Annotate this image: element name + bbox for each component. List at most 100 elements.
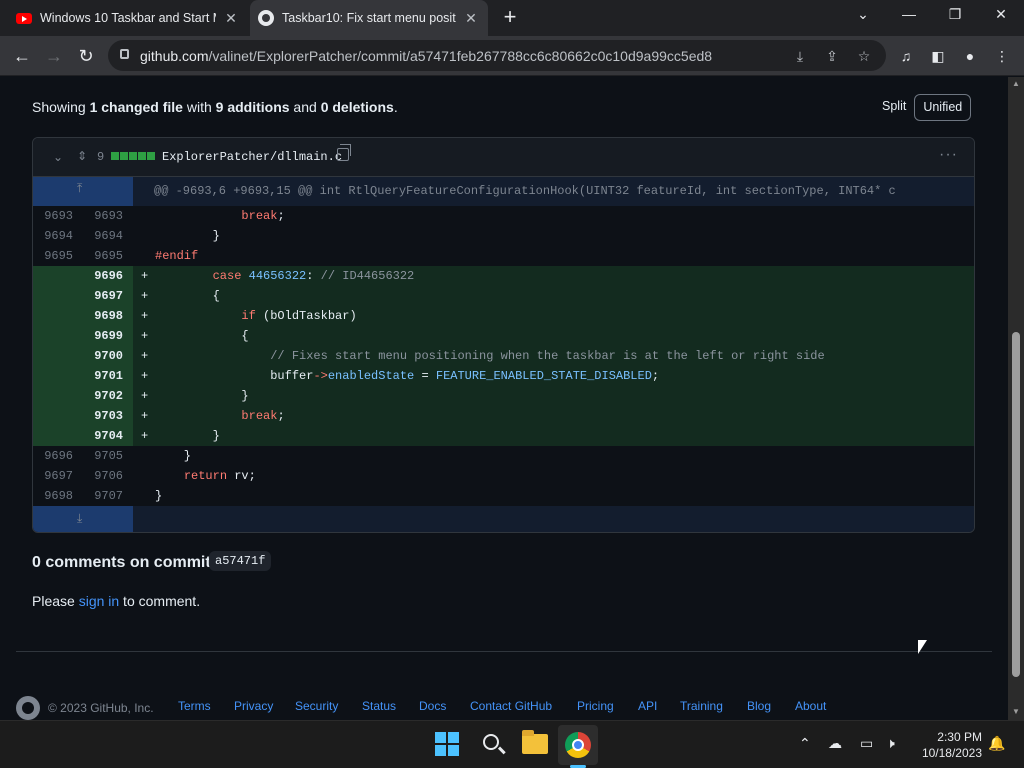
chrome-icon[interactable] [565, 732, 591, 758]
close-icon[interactable]: ✕ [462, 9, 480, 27]
new-line-number[interactable]: 9693 [83, 209, 123, 223]
file-diff: ⌄ ⇕ 9 ExplorerPatcher/dllmain.c ··· ⤒ @@… [32, 137, 975, 533]
close-icon[interactable]: ✕ [222, 9, 240, 27]
code-text: } [155, 449, 192, 463]
show-hidden-icons[interactable]: ⌃ [799, 735, 811, 752]
changed-files-count: 1 changed file [89, 99, 183, 115]
code-text: if (bOldTaskbar) [241, 309, 357, 323]
sign-in-link[interactable]: sign in [79, 593, 119, 609]
file-name[interactable]: ExplorerPatcher/dllmain.c [162, 150, 342, 164]
code-text: } [155, 489, 163, 503]
old-line-number[interactable]: 9694 [33, 229, 73, 243]
install-icon[interactable]: ⤓ [790, 46, 810, 66]
diff-line-added: 9700 + // Fixes start menu positioning wh… [33, 346, 974, 366]
footer-divider [16, 651, 992, 652]
collapse-chevron-icon[interactable]: ⌄ [53, 150, 63, 164]
expand-up-button[interactable]: ⤒ [33, 177, 133, 206]
clock[interactable]: 2:30 PM 10/18/2023 [918, 729, 982, 761]
old-line-number[interactable]: 9698 [33, 489, 73, 503]
scroll-down-arrow[interactable]: ▼ [1012, 707, 1020, 716]
footer-link-pricing[interactable]: Pricing [577, 699, 614, 713]
expand-all-icon[interactable]: ⇕ [77, 149, 87, 163]
new-line-number[interactable]: 9704 [83, 429, 123, 443]
expand-down-button[interactable]: ⤓ [33, 506, 133, 532]
new-line-number[interactable]: 9695 [83, 249, 123, 263]
new-line-number[interactable]: 9703 [83, 409, 123, 423]
file-explorer-icon[interactable] [522, 730, 548, 754]
diff-line-context: 9696 9705 } [33, 446, 974, 466]
media-control-icon[interactable]: ♫ [896, 46, 916, 66]
unified-view-button[interactable]: Unified [914, 94, 972, 121]
reload-button[interactable]: ↻ [72, 42, 100, 70]
old-line-number[interactable]: 9693 [33, 209, 73, 223]
code-text: buffer->enabledState = FEATURE_ENABLED_S… [155, 369, 660, 383]
footer-link-api[interactable]: API [638, 699, 657, 713]
minimize-button[interactable]: — [886, 0, 932, 30]
split-view-button[interactable]: Split [874, 94, 914, 121]
footer-link-contact-github[interactable]: Contact GitHub [470, 699, 552, 713]
footer-link-status[interactable]: Status [362, 699, 396, 713]
diff-line-added: 9701 + buffer->enabledState = FEATURE_ENA… [33, 366, 974, 386]
browser-tab-youtube[interactable]: Windows 10 Taskbar and Start M ✕ [8, 0, 248, 36]
new-line-number[interactable]: 9700 [83, 349, 123, 363]
footer-link-training[interactable]: Training [680, 699, 723, 713]
new-line-number[interactable]: 9705 [83, 449, 123, 463]
code-text: break; [241, 409, 285, 423]
network-icon[interactable]: ▭ [860, 735, 873, 752]
new-line-number[interactable]: 9694 [83, 229, 123, 243]
share-icon[interactable]: ⇪ [822, 46, 842, 66]
forward-button[interactable]: → [40, 42, 68, 70]
diff-sign: + [141, 409, 149, 423]
new-line-number[interactable]: 9696 [83, 269, 123, 283]
old-line-number[interactable]: 9695 [33, 249, 73, 263]
old-line-number[interactable]: 9696 [33, 449, 73, 463]
new-line-number[interactable]: 9701 [83, 369, 123, 383]
browser-tab-github[interactable]: Taskbar10: Fix start menu positio ✕ [250, 0, 488, 36]
new-line-number[interactable]: 9702 [83, 389, 123, 403]
github-icon [258, 10, 274, 26]
address-bar[interactable]: github.com/valinet/ExplorerPatcher/commi… [108, 40, 886, 71]
side-panel-icon[interactable]: ◧ [928, 46, 948, 66]
footer-link-security[interactable]: Security [295, 699, 338, 713]
footer-link-docs[interactable]: Docs [419, 699, 446, 713]
github-logo-icon[interactable] [16, 696, 40, 720]
additions-count: 9 additions [215, 99, 290, 115]
copy-icon[interactable] [337, 144, 351, 161]
page-scrollbar[interactable]: ▲ ▼ [1008, 77, 1024, 720]
bookmark-star-icon[interactable]: ☆ [854, 46, 874, 66]
new-tab-button[interactable]: + [498, 6, 522, 30]
notification-bell-icon[interactable]: 🔔 [988, 735, 1005, 752]
hunk-header: ⤒ @@ -9693,6 +9693,15 @@ int RtlQueryFea… [33, 177, 974, 206]
diff-line-context: 9697 9706 return rv; [33, 466, 974, 486]
more-options-icon[interactable]: ··· [939, 146, 958, 164]
new-line-number[interactable]: 9706 [83, 469, 123, 483]
start-button[interactable] [432, 729, 462, 759]
volume-icon[interactable]: 🕨 [886, 735, 895, 752]
onedrive-icon[interactable]: ☁ [828, 735, 842, 752]
scroll-up-arrow[interactable]: ▲ [1012, 79, 1020, 88]
old-line-number[interactable]: 9697 [33, 469, 73, 483]
footer-link-blog[interactable]: Blog [747, 699, 771, 713]
new-line-number[interactable]: 9697 [83, 289, 123, 303]
menu-icon[interactable]: ⋮ [992, 46, 1012, 66]
footer-link-terms[interactable]: Terms [178, 699, 211, 713]
close-window-button[interactable]: ✕ [978, 0, 1024, 30]
diff-lines: 9693 9693 break; 9694 9694 } 9695 9695 #endif 9… [33, 206, 974, 506]
tab-search-icon[interactable]: ⌄ [840, 0, 886, 30]
diff-line-added: 9697 + { [33, 286, 974, 306]
diff-sign: + [141, 389, 149, 403]
expand-down-icon: ⤓ [77, 511, 83, 525]
restore-button[interactable]: ❐ [932, 0, 978, 30]
scroll-thumb[interactable] [1012, 332, 1020, 677]
search-icon[interactable] [483, 734, 499, 750]
profile-icon[interactable]: ● [960, 46, 980, 66]
diff-line-added: 9702 + } [33, 386, 974, 406]
new-line-number[interactable]: 9698 [83, 309, 123, 323]
footer: © 2023 GitHub, Inc. [16, 696, 154, 720]
footer-link-privacy[interactable]: Privacy [234, 699, 273, 713]
back-button[interactable]: ← [8, 42, 36, 70]
footer-link-about[interactable]: About [795, 699, 826, 713]
new-line-number[interactable]: 9699 [83, 329, 123, 343]
diff-sign: + [141, 289, 149, 303]
new-line-number[interactable]: 9707 [83, 489, 123, 503]
